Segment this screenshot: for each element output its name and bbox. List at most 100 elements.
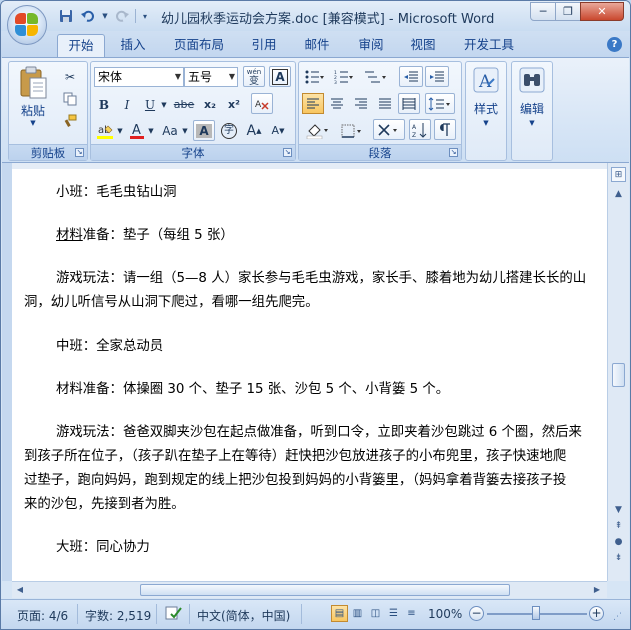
decrease-indent-icon[interactable] <box>399 66 423 87</box>
paragraph-middle-class-rules-line3: 过垫子，跑向妈妈，跑到规定的线上把沙包投到妈妈的小背篓里，（妈妈拿着背篓去接孩子… <box>24 473 567 488</box>
change-case-button[interactable]: Aa <box>159 120 181 141</box>
horizontal-scrollbar[interactable]: ◀ ▶ <box>12 581 607 598</box>
font-color-icon[interactable]: A <box>127 120 147 141</box>
page-indicator[interactable]: 页面: 4/6 <box>17 607 68 624</box>
styles-button[interactable]: A 样式 ▼ <box>468 66 504 127</box>
previous-page-icon[interactable]: ⇞ <box>611 519 626 534</box>
sort-icon[interactable]: AZ <box>409 119 431 140</box>
shading-icon[interactable] <box>302 120 334 141</box>
paragraph-group: 123 A Z 段落 ↘ <box>298 61 462 161</box>
full-screen-reading-view-icon[interactable]: ▥ <box>349 605 366 622</box>
print-layout-view-icon[interactable]: ▤ <box>331 605 348 622</box>
asian-layout-icon[interactable] <box>373 119 405 140</box>
scroll-right-icon[interactable]: ▶ <box>590 583 604 597</box>
resize-grip-icon[interactable]: ⋰ <box>613 612 622 622</box>
clipboard-launcher-icon[interactable]: ↘ <box>75 148 84 157</box>
paragraph-launcher-icon[interactable]: ↘ <box>449 148 458 157</box>
redo-icon[interactable] <box>113 7 131 25</box>
tab-references[interactable]: 引用 <box>243 34 285 58</box>
tab-developer[interactable]: 开发工具 <box>455 34 523 58</box>
restore-button[interactable]: ❐ <box>555 2 581 21</box>
font-name-dropdown-icon[interactable]: ▼ <box>175 68 181 86</box>
tab-home[interactable]: 开始 <box>57 34 105 58</box>
numbering-icon[interactable]: 123 <box>331 66 357 87</box>
enclose-characters-button[interactable]: 字 <box>218 120 240 141</box>
strikethrough-button[interactable]: abe <box>171 94 197 115</box>
shrink-font-button[interactable]: A ▼ <box>267 120 289 141</box>
scroll-down-icon[interactable]: ▼ <box>611 503 626 518</box>
draft-view-icon[interactable]: ≡ <box>403 605 420 622</box>
font-size-combo[interactable]: 五号 ▼ <box>184 67 238 87</box>
next-page-icon[interactable]: ⇟ <box>611 551 626 566</box>
tab-mailings[interactable]: 邮件 <box>295 34 339 58</box>
borders-icon[interactable] <box>337 120 369 141</box>
bold-button[interactable]: B <box>94 94 114 115</box>
tab-view[interactable]: 视图 <box>403 34 443 58</box>
format-painter-icon[interactable] <box>59 110 81 131</box>
grow-font-label: A <box>246 122 257 139</box>
web-layout-view-icon[interactable]: ◫ <box>367 605 384 622</box>
office-button[interactable] <box>7 5 47 45</box>
superscript-button[interactable]: x² <box>223 94 245 115</box>
document-page[interactable]: 小班：毛毛虫钻山洞 材料准备：垫子（每组 5 张） 游戏玩法：请一组（5—8 人… <box>12 169 607 581</box>
phonetic-guide-button[interactable]: wén 变 <box>243 66 265 87</box>
tab-page-layout[interactable]: 页面布局 <box>165 34 233 58</box>
customize-qat-icon[interactable]: ▾ <box>140 7 150 25</box>
editing-button[interactable]: 编辑 ▼ <box>514 66 550 127</box>
show-marks-icon[interactable] <box>434 119 456 140</box>
outline-view-icon[interactable]: ☰ <box>385 605 402 622</box>
word-count[interactable]: 字数: 2,519 <box>85 607 151 624</box>
grow-font-button[interactable]: A ▲ <box>243 120 265 141</box>
zoom-level[interactable]: 100% <box>428 607 462 621</box>
proofing-icon[interactable] <box>165 605 183 624</box>
bullets-icon[interactable] <box>302 66 328 87</box>
font-size-dropdown-icon[interactable]: ▼ <box>229 68 235 86</box>
horizontal-scroll-thumb[interactable] <box>140 584 510 596</box>
help-icon[interactable]: ? <box>607 37 622 52</box>
line-spacing-icon[interactable] <box>425 93 455 114</box>
font-name-combo[interactable]: 宋体 ▼ <box>94 67 184 87</box>
zoom-in-icon[interactable]: + <box>589 606 604 621</box>
highlight-dropdown-icon[interactable]: ▼ <box>116 120 124 141</box>
underline-button[interactable]: U <box>140 94 160 115</box>
paste-button[interactable]: 粘贴 ▼ <box>15 66 51 127</box>
cut-icon[interactable]: ✂ <box>59 66 81 87</box>
font-color-dropdown-icon[interactable]: ▼ <box>147 120 155 141</box>
undo-dropdown-icon[interactable]: ▼ <box>101 7 109 25</box>
highlight-icon[interactable]: ab <box>94 120 116 141</box>
multilevel-list-icon[interactable] <box>360 66 392 87</box>
zoom-slider-thumb[interactable] <box>532 606 540 620</box>
underline-dropdown-icon[interactable]: ▼ <box>160 94 168 115</box>
editing-dropdown-icon[interactable]: ▼ <box>529 119 534 127</box>
char-shading-button[interactable]: A <box>193 120 215 141</box>
tab-review[interactable]: 审阅 <box>349 34 393 58</box>
scroll-left-icon[interactable]: ◀ <box>13 583 27 597</box>
styles-dropdown-icon[interactable]: ▼ <box>483 119 488 127</box>
subscript-button[interactable]: x₂ <box>199 94 221 115</box>
select-browse-object-icon[interactable]: ● <box>611 535 626 550</box>
save-icon[interactable] <box>57 7 75 25</box>
copy-icon[interactable] <box>59 88 81 109</box>
change-case-dropdown-icon[interactable]: ▼ <box>181 120 189 141</box>
paste-dropdown-icon[interactable]: ▼ <box>30 119 35 127</box>
clear-formatting-icon[interactable]: A <box>251 93 273 114</box>
justify-icon[interactable] <box>374 93 396 114</box>
align-center-icon[interactable] <box>326 93 348 114</box>
align-left-icon[interactable] <box>302 93 324 114</box>
zoom-out-icon[interactable]: − <box>469 606 484 621</box>
vertical-scrollbar[interactable]: ⊞ ▲ ▼ ⇞ ● ⇟ <box>607 163 629 581</box>
minimize-button[interactable]: ─ <box>530 2 556 21</box>
tab-insert[interactable]: 插入 <box>111 34 155 58</box>
vertical-scroll-thumb[interactable] <box>612 363 625 387</box>
increase-indent-icon[interactable] <box>425 66 449 87</box>
close-button[interactable]: ✕ <box>580 2 624 21</box>
ruler-toggle-icon[interactable]: ⊞ <box>611 167 626 182</box>
italic-button[interactable]: I <box>117 94 137 115</box>
undo-icon[interactable] <box>79 7 97 25</box>
align-right-icon[interactable] <box>350 93 372 114</box>
language-indicator[interactable]: 中文(简体，中国) <box>197 607 290 624</box>
font-launcher-icon[interactable]: ↘ <box>283 148 292 157</box>
scroll-up-icon[interactable]: ▲ <box>611 187 626 202</box>
distributed-icon[interactable] <box>398 93 420 114</box>
char-border-button[interactable]: A <box>269 66 291 87</box>
